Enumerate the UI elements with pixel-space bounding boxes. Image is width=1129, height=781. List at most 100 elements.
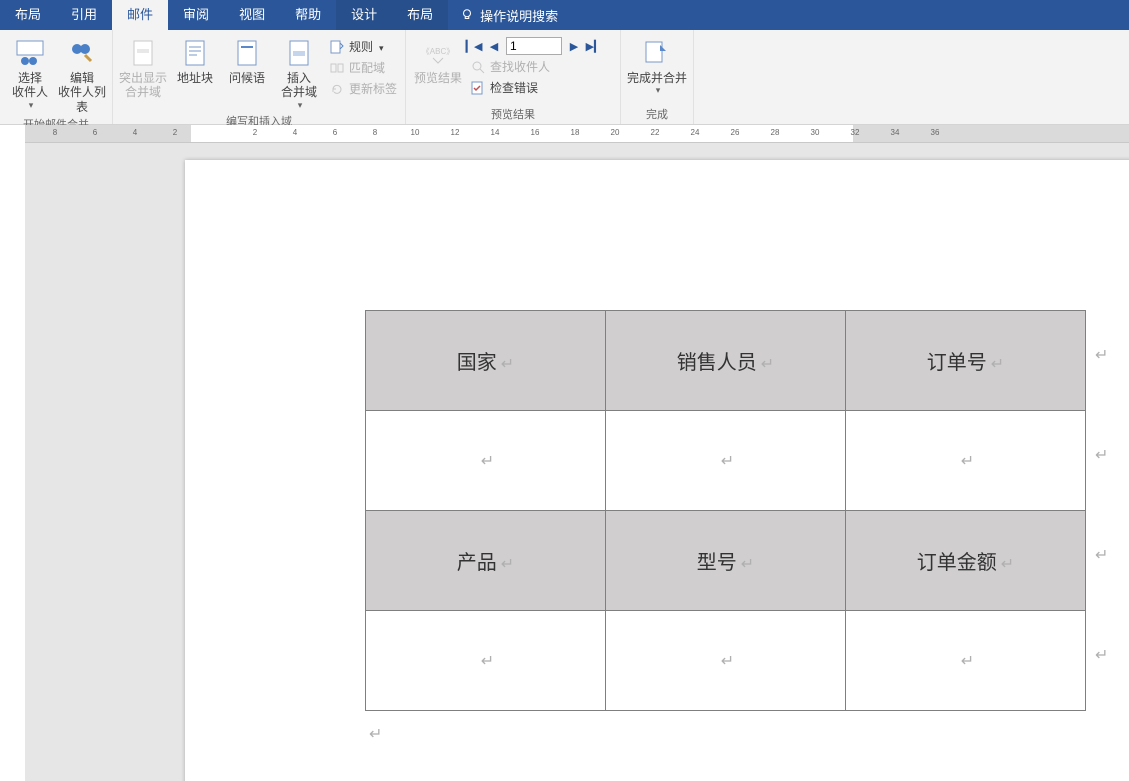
tab-review[interactable]: 审阅 [168, 0, 224, 30]
highlight-merge-label: 突出显示 合并域 [119, 71, 167, 100]
chevron-down-icon [377, 40, 384, 54]
ruler-mark: 2 [253, 128, 257, 137]
tab-references[interactable]: 引用 [56, 0, 112, 30]
table-cell[interactable] [366, 611, 606, 711]
cell-text [957, 649, 974, 671]
table-cell[interactable]: 销售人员 [606, 311, 846, 411]
table-cell[interactable]: 订单金额 [846, 511, 1086, 611]
group-start-mail-merge: 选择 收件人 编辑 收件人列表 开始邮件合并 [0, 30, 113, 124]
tab-table-layout[interactable]: 布局 [392, 0, 448, 30]
address-block-label: 地址块 [177, 71, 213, 85]
lightbulb-icon [460, 8, 474, 22]
find-recipient-button: 查找收件人 [466, 57, 616, 76]
group-preview-results: 《ABC》 预览结果 ▎◀ ◀ ▶ ▶▎ 查找收件人 检查错误 [406, 30, 621, 124]
select-recipients-label: 选择 收件人 [12, 71, 48, 100]
cell-text: 产品 [457, 552, 514, 574]
paragraph-mark-icon: ↵ [1095, 445, 1108, 465]
ribbon: 选择 收件人 编辑 收件人列表 开始邮件合并 突出显示 合并域 [0, 30, 1129, 125]
update-labels-button: 更新标签 [325, 79, 401, 98]
edit-list-icon [66, 37, 98, 69]
chevron-down-icon [27, 100, 34, 111]
table-cell[interactable]: 产品 [366, 511, 606, 611]
cell-text: 销售人员 [677, 352, 774, 374]
cell-text [717, 649, 734, 671]
finish-merge-button[interactable]: 完成并合并 [625, 33, 689, 96]
table-cell[interactable] [846, 411, 1086, 511]
cell-text: 国家 [457, 352, 514, 374]
table-cell[interactable]: 国家 [366, 311, 606, 411]
table-cell[interactable] [606, 611, 846, 711]
cell-text: 订单金额 [917, 552, 1014, 574]
horizontal-ruler[interactable]: 8 6 4 2 2 4 6 8 10 12 14 16 18 20 22 24 … [25, 125, 1129, 143]
tab-layout[interactable]: 布局 [0, 0, 56, 30]
ruler-mark: 10 [411, 128, 420, 137]
search-icon [470, 59, 486, 75]
preview-results-button: 《ABC》 预览结果 [410, 33, 466, 85]
ruler-mark: 28 [771, 128, 780, 137]
preview-results-label: 预览结果 [414, 71, 462, 85]
ruler-mark: 36 [931, 128, 940, 137]
finish-icon [641, 37, 673, 69]
last-record-button[interactable]: ▶▎ [586, 38, 602, 54]
group-finish-label: 完成 [625, 104, 689, 124]
table-cell[interactable] [366, 411, 606, 511]
first-record-button[interactable]: ▎◀ [466, 38, 482, 54]
edit-recipients-label: 编辑 收件人列表 [58, 71, 106, 114]
document-table[interactable]: 国家 销售人员 订单号 产品 型号 订单金额 [365, 310, 1086, 711]
match-icon [329, 60, 345, 76]
check-errors-button[interactable]: 检查错误 [466, 78, 616, 97]
update-icon [329, 81, 345, 97]
people-icon [14, 37, 46, 69]
tab-view[interactable]: 视图 [224, 0, 280, 30]
table-cell[interactable]: 型号 [606, 511, 846, 611]
page[interactable]: 国家 销售人员 订单号 产品 型号 订单金额 [185, 160, 1129, 781]
tell-me-label: 操作说明搜索 [480, 6, 558, 25]
ruler-mark: 4 [133, 128, 137, 137]
group-preview-label: 预览结果 [410, 104, 616, 124]
paragraph-mark-icon: ↵ [1095, 645, 1108, 665]
vertical-ruler[interactable] [0, 125, 25, 781]
cell-text [717, 449, 734, 471]
next-record-button[interactable]: ▶ [566, 38, 582, 54]
cell-text: 型号 [697, 552, 754, 574]
insert-field-icon [283, 37, 315, 69]
greeting-label: 问候语 [229, 71, 265, 85]
match-fields-label: 匹配域 [349, 59, 385, 76]
select-recipients-button[interactable]: 选择 收件人 [4, 33, 56, 111]
group-write-insert: 突出显示 合并域 地址块 问候语 插入 合并域 [113, 30, 406, 124]
rules-label: 规则 [349, 38, 373, 55]
finish-merge-label: 完成并合并 [627, 71, 687, 85]
record-number-input[interactable] [506, 37, 562, 55]
cell-text [477, 449, 494, 471]
tab-design[interactable]: 设计 [336, 0, 392, 30]
cell-text: 订单号 [927, 352, 1004, 374]
ruler-mark: 30 [811, 128, 820, 137]
table-cell[interactable]: 订单号 [846, 311, 1086, 411]
ruler-mark: 6 [333, 128, 337, 137]
insert-merge-field-button[interactable]: 插入 合并域 [273, 33, 325, 111]
table-cell[interactable] [846, 611, 1086, 711]
ruler-mark: 8 [373, 128, 377, 137]
address-block-icon [179, 37, 211, 69]
document-area[interactable]: 8 6 4 2 2 4 6 8 10 12 14 16 18 20 22 24 … [25, 125, 1129, 781]
find-recipient-label: 查找收件人 [490, 58, 550, 75]
tab-mailings[interactable]: 邮件 [112, 0, 168, 30]
address-block-button[interactable]: 地址块 [169, 33, 221, 85]
edit-recipient-list-button[interactable]: 编辑 收件人列表 [56, 33, 108, 114]
ruler-mark: 34 [891, 128, 900, 137]
highlight-merge-fields-button: 突出显示 合并域 [117, 33, 169, 100]
editor-workspace: 8 6 4 2 2 4 6 8 10 12 14 16 18 20 22 24 … [0, 125, 1129, 781]
paragraph-mark-icon: ↵ [1095, 545, 1108, 565]
rules-button[interactable]: 规则 [325, 37, 401, 56]
ruler-mark: 20 [611, 128, 620, 137]
prev-record-button[interactable]: ◀ [486, 38, 502, 54]
tab-help[interactable]: 帮助 [280, 0, 336, 30]
chevron-down-icon [296, 100, 303, 111]
tell-me-search[interactable]: 操作说明搜索 [448, 6, 570, 25]
table-cell[interactable] [606, 411, 846, 511]
ruler-mark: 2 [173, 128, 177, 137]
ruler-mark: 14 [491, 128, 500, 137]
ruler-mark: 24 [691, 128, 700, 137]
check-icon [470, 80, 486, 96]
greeting-line-button[interactable]: 问候语 [221, 33, 273, 85]
